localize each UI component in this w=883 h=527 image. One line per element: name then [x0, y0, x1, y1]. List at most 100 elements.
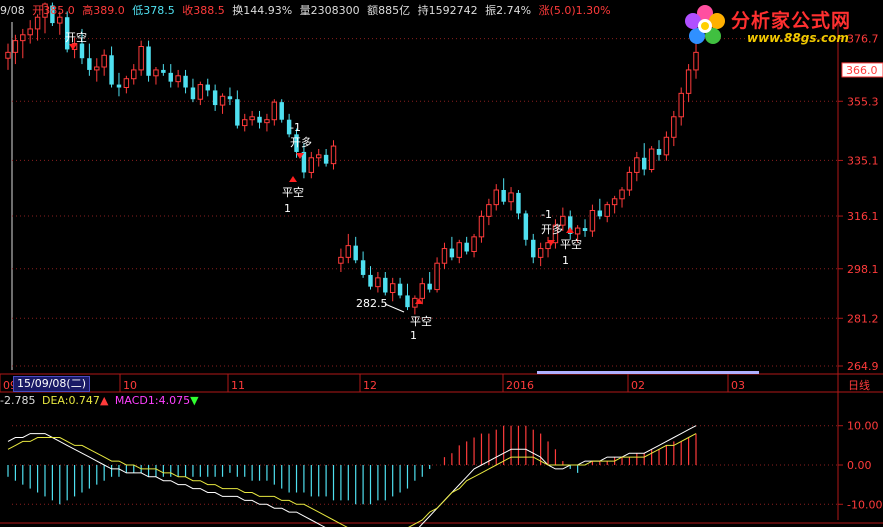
annotation-signal-plus1: 1	[284, 202, 291, 215]
candle-body-down	[523, 213, 529, 240]
price-tick-label: 281.2	[847, 312, 879, 325]
candle-body-up	[175, 75, 181, 83]
candle-body-down	[109, 55, 114, 85]
candle-body-down	[227, 96, 233, 100]
low-price-pointer	[384, 303, 405, 313]
candle-body-up	[663, 136, 670, 156]
macd-info-bar: -2.785 DEA:0.747▲ MACD1:4.075▼	[0, 394, 202, 410]
time-axis-label: 03	[731, 379, 745, 392]
candle-body-down	[161, 69, 166, 73]
price-tick-label: 264.9	[847, 360, 879, 373]
candle-body-up	[486, 204, 492, 217]
annotation-signal-plus1: 1	[562, 254, 569, 267]
dea-line	[7, 433, 697, 527]
up-arrow-icon: ▲	[99, 394, 109, 407]
long-arrow-icon	[566, 227, 574, 233]
candle-body-up	[338, 256, 344, 264]
candle-body-down	[397, 283, 403, 296]
annotation-low-price: 282.5	[356, 297, 388, 310]
price-tick-label: 316.1	[847, 210, 879, 223]
macd-tick-label: 0.00	[847, 459, 872, 472]
annotation-open-long: 开多	[541, 222, 563, 236]
logo: 分析家公式网 www.88gs.com	[683, 4, 879, 50]
candle-body-up	[330, 145, 337, 165]
down-arrow-icon: ▼	[190, 394, 199, 407]
candle-body-up	[264, 119, 270, 124]
candle-body-down	[597, 210, 603, 217]
candle-body-up	[671, 116, 677, 138]
quote-amplitude: 振2.74%	[485, 4, 532, 17]
candle-body-down	[323, 154, 329, 164]
candle-body-down	[405, 295, 410, 308]
quote-hold: 持1592742	[417, 4, 478, 17]
logo-title: 分析家公式网	[731, 10, 852, 32]
candle-body-down	[641, 157, 647, 170]
candle-body-up	[308, 157, 315, 173]
candle-body-down	[190, 87, 196, 100]
annotation-close-short: 平空	[282, 185, 304, 199]
macd-tick-label: 10.00	[847, 420, 879, 433]
quote-date: 9/08	[0, 4, 25, 17]
time-axis-label: 11	[231, 379, 245, 392]
time-axis-label: 2016	[506, 379, 534, 392]
candle-body-up	[375, 277, 381, 288]
candle-body-down	[582, 228, 588, 231]
candle-body-up	[574, 227, 581, 235]
candle-body-up	[478, 215, 485, 238]
candle-body-up	[419, 283, 425, 299]
candle-body-up	[589, 209, 596, 232]
candle-body-down	[449, 248, 455, 258]
macd-value: MACD1:4.075▼	[114, 394, 199, 407]
quote-close: 收388.5	[182, 4, 225, 17]
candle-body-down	[205, 84, 210, 91]
macd-dea: DEA:0.747▲	[41, 394, 109, 407]
candle-body-down	[257, 116, 262, 123]
logo-url: www.88gs.com	[747, 31, 849, 45]
candle-body-up	[471, 236, 477, 252]
candle-body-down	[427, 283, 432, 290]
candle-body-up	[219, 95, 226, 106]
candle-body-up	[456, 242, 462, 258]
candle-body-up	[27, 28, 33, 36]
time-axis-label: 10	[123, 379, 137, 392]
candle-body-down	[168, 72, 173, 82]
price-tick-label: 355.3	[847, 95, 879, 108]
candle-body-down	[87, 58, 92, 70]
quote-low: 低378.5	[132, 4, 175, 17]
candle-body-up	[611, 198, 618, 206]
candle-body-up	[153, 69, 159, 77]
candle-body-down	[116, 84, 122, 88]
candle-body-down	[368, 274, 373, 287]
annotation-open-long: 开多	[290, 135, 312, 149]
annotation-signal-plus1: 1	[410, 329, 417, 342]
candle-body-up	[123, 78, 130, 88]
candle-body-down	[464, 242, 469, 252]
candle-body-up	[685, 69, 692, 94]
quote-volume: 量2308300	[299, 4, 360, 17]
quote-change: 涨(5.0)1.30%	[538, 4, 611, 17]
candle-body-up	[626, 171, 633, 191]
annotation-signal-minus1: -1	[290, 121, 301, 134]
candle-body-down	[212, 90, 218, 106]
candle-body-up	[271, 101, 278, 121]
candle-body-up	[604, 204, 610, 217]
candle-body-down	[383, 277, 388, 293]
candle-body-up	[138, 45, 144, 71]
candle-body-up	[5, 51, 11, 59]
long-arrow-icon	[289, 176, 297, 182]
candle-body-up	[648, 148, 655, 170]
quote-amount: 额885亿	[367, 4, 411, 17]
candle-body-up	[131, 69, 137, 80]
chart-canvas: 376.7355.3335.1316.1298.1281.2264.9366.0…	[0, 2, 883, 527]
annotation-open-short: 开空	[65, 30, 87, 44]
candle-body-down	[656, 148, 662, 155]
time-axis-label: 12	[363, 379, 377, 392]
candle-body-up	[101, 54, 107, 68]
candle-body-down	[531, 239, 536, 258]
candle-body-down	[183, 75, 188, 88]
candle-body-down	[235, 99, 240, 126]
candle-body-down	[279, 102, 284, 120]
time-axis-label: 02	[631, 379, 645, 392]
candle-body-up	[693, 51, 699, 71]
candle-body-up	[434, 262, 440, 291]
